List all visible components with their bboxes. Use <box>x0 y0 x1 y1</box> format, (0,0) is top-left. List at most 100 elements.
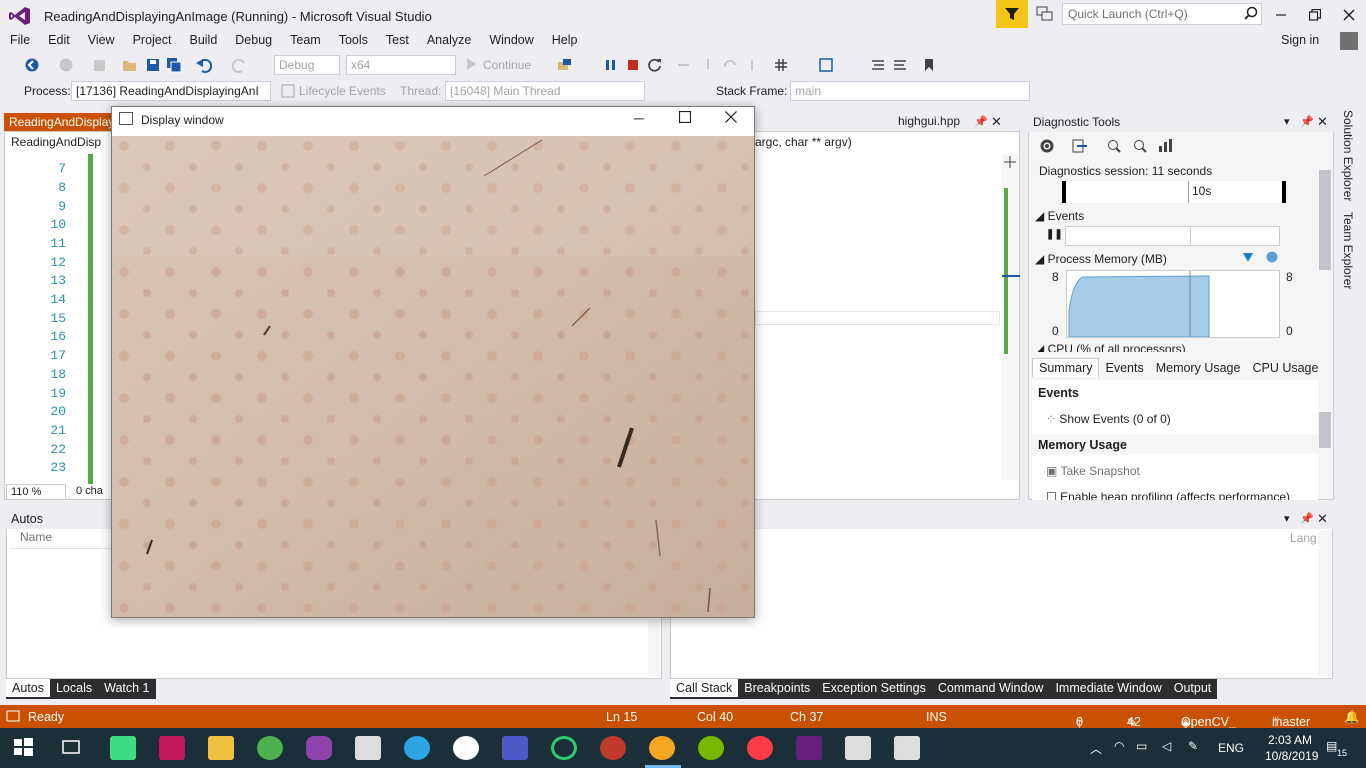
lifecycle-events-button[interactable]: Lifecycle Events <box>299 84 386 98</box>
tab-call-stack[interactable]: Call Stack <box>670 679 739 697</box>
find-in-files-icon[interactable] <box>818 57 834 73</box>
tab-cpu-usage[interactable]: CPU Usage <box>1246 359 1324 377</box>
display-close-icon[interactable] <box>725 111 737 126</box>
enable-heap-profiling-checkbox[interactable]: ☐ Enable heap profiling (affects perform… <box>1046 490 1290 500</box>
volume-icon[interactable]: ◁ <box>1162 739 1171 753</box>
tab-exception-settings[interactable]: Exception Settings <box>816 679 932 697</box>
solution-platform-select[interactable]: x64 <box>346 55 456 75</box>
minimize-button[interactable] <box>1266 4 1296 26</box>
restore-button[interactable] <box>1300 4 1330 26</box>
zoom-select[interactable]: 110 % <box>6 484 66 500</box>
export-session-icon[interactable] <box>1072 138 1088 154</box>
show-next-statement-icon[interactable] <box>676 57 692 73</box>
menu-file[interactable]: File <box>0 31 38 47</box>
restart-icon[interactable] <box>647 57 663 73</box>
wechat-icon[interactable] <box>257 736 283 760</box>
itunes-icon[interactable] <box>747 736 773 760</box>
menu-build[interactable]: Build <box>179 31 225 47</box>
user-avatar-icon[interactable] <box>1340 32 1358 50</box>
tab-output[interactable]: Output <box>1168 679 1218 697</box>
utorrent-icon[interactable] <box>698 736 724 760</box>
feedback-icon[interactable] <box>1036 6 1054 22</box>
process-select[interactable]: [17136] ReadingAndDisplayingAnI <box>71 81 271 101</box>
display-minimize-icon[interactable]: ─ <box>634 110 644 126</box>
member-navigation-select[interactable]: argc, char ** argv) <box>755 134 1020 152</box>
menu-debug[interactable]: Debug <box>225 31 280 47</box>
events-section-header[interactable]: ◢ Events <box>1035 209 1084 223</box>
show-events-link[interactable]: ⁘ Show Events (0 of 0) <box>1046 412 1171 426</box>
network-icon[interactable]: ◠ <box>1114 739 1124 753</box>
close-button[interactable] <box>1334 4 1364 26</box>
break-all-pause-icon[interactable] <box>603 57 619 73</box>
app-purple-icon[interactable] <box>306 736 332 760</box>
app-window-icon-2[interactable] <box>894 736 920 760</box>
jetbrains-ide-icon[interactable] <box>159 736 185 760</box>
menu-analyze[interactable]: Analyze <box>417 31 479 47</box>
bookmark-icon[interactable] <box>921 57 937 73</box>
menu-team[interactable]: Team <box>280 31 329 47</box>
panel-dropdown-icon[interactable]: ▾ <box>1284 115 1290 128</box>
diag-upper-scroll-thumb[interactable] <box>1319 170 1331 270</box>
yandex-browser-icon[interactable] <box>453 736 479 760</box>
stop-debugging-icon[interactable] <box>625 57 641 73</box>
save-all-icon[interactable] <box>166 57 182 73</box>
tab-memory-usage[interactable]: Memory Usage <box>1150 359 1247 377</box>
panel-dropdown-icon[interactable]: ▾ <box>1284 512 1290 525</box>
tab-events[interactable]: Events <box>1099 359 1149 377</box>
menu-test[interactable]: Test <box>376 31 417 47</box>
start-windows-icon[interactable] <box>12 736 38 760</box>
document-tab-highgui[interactable]: highgui.hpp <box>898 114 960 128</box>
process-memory-chart[interactable] <box>1066 270 1280 338</box>
comment-lines-icon[interactable] <box>870 57 886 73</box>
navigate-back-icon[interactable] <box>24 57 40 73</box>
quick-launch-input[interactable]: Quick Launch (Ctrl+Q) <box>1062 3 1262 25</box>
panel-pin-icon[interactable]: 📌 <box>1300 115 1314 128</box>
pause-events-icon[interactable]: ❚❚ <box>1046 229 1063 240</box>
diag-lower-scroll-thumb[interactable] <box>1319 412 1331 448</box>
notifications-bell-icon[interactable]: 🔔 <box>1344 710 1360 725</box>
panel-pin-icon[interactable]: 📌 <box>1300 512 1314 525</box>
panel-close-icon[interactable]: ✕ <box>1317 114 1328 130</box>
thread-select[interactable]: [16048] Main Thread <box>445 81 645 101</box>
attach-process-icon[interactable] <box>557 57 573 73</box>
close-tab-icon[interactable]: ✕ <box>991 114 1002 130</box>
autos-scrollbar[interactable] <box>648 620 660 676</box>
process-memory-header[interactable]: ◢ Process Memory (MB) <box>1035 252 1167 266</box>
uncomment-lines-icon[interactable] <box>892 57 908 73</box>
continue-play-icon[interactable] <box>466 58 476 72</box>
step-out-icon[interactable] <box>744 57 760 73</box>
search-icon[interactable] <box>1244 6 1258 20</box>
settings-wheel-icon[interactable] <box>600 736 626 760</box>
undo-icon[interactable] <box>196 57 213 73</box>
pin-tab-icon[interactable]: 📌 <box>974 115 988 128</box>
tab-summary[interactable]: Summary <box>1032 358 1100 377</box>
menu-tools[interactable]: Tools <box>329 31 376 47</box>
menu-view[interactable]: View <box>78 31 123 47</box>
telegram-icon[interactable] <box>404 736 430 760</box>
input-language[interactable]: ENG <box>1218 741 1244 755</box>
take-snapshot-button[interactable]: ▣ Take Snapshot <box>1046 464 1140 478</box>
zoom-out-icon[interactable] <box>1132 138 1148 154</box>
visual-studio-taskbar-icon[interactable] <box>796 736 822 760</box>
task-view-icon[interactable] <box>60 736 86 760</box>
tab-autos[interactable]: Autos <box>6 679 50 697</box>
notification-filter-button[interactable] <box>996 0 1028 28</box>
display-maximize-icon[interactable] <box>678 110 692 126</box>
tab-command-window[interactable]: Command Window <box>932 679 1050 697</box>
solution-explorer-tab[interactable]: Solution Explorer <box>1341 110 1355 201</box>
battery-icon[interactable]: ▭ <box>1136 739 1147 753</box>
hex-display-icon[interactable] <box>773 57 789 73</box>
sync-app-icon[interactable] <box>551 736 577 760</box>
save-icon[interactable] <box>145 57 161 73</box>
tab-breakpoints[interactable]: Breakpoints <box>738 679 816 697</box>
file-explorer-icon[interactable] <box>208 736 234 760</box>
settings-gear-icon[interactable] <box>1039 138 1055 154</box>
menu-help[interactable]: Help <box>542 31 586 47</box>
tab-locals[interactable]: Locals <box>50 679 98 697</box>
menu-window[interactable]: Window <box>479 31 541 47</box>
new-project-icon[interactable] <box>92 57 108 73</box>
continue-button[interactable]: Continue <box>483 58 531 72</box>
project-navigation-select[interactable]: ReadingAndDisp <box>6 134 112 152</box>
zoom-in-icon[interactable] <box>1106 138 1122 154</box>
mail-icon[interactable] <box>355 736 381 760</box>
